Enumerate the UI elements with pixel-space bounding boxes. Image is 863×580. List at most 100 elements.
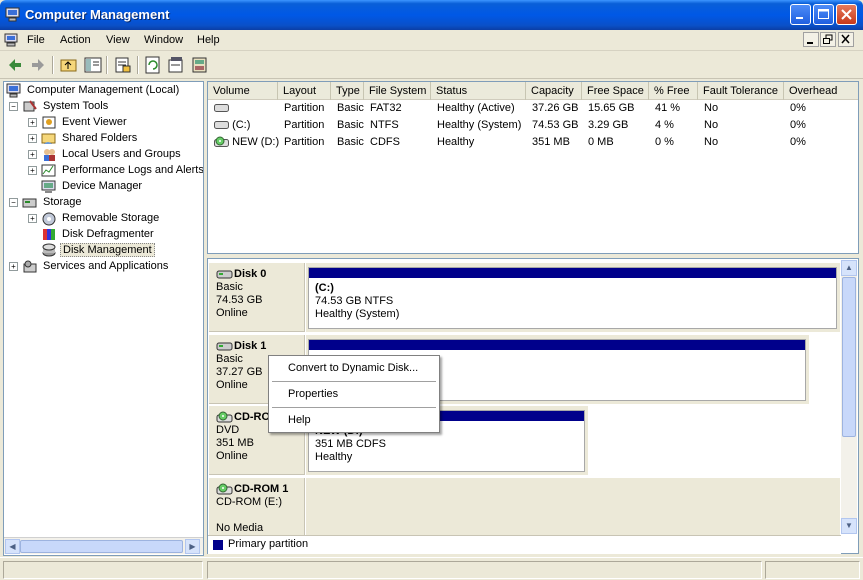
tree-item-services-applications[interactable]: + Services and Applications [9, 258, 170, 274]
tree-item-storage[interactable]: − Storage [9, 194, 84, 210]
file-system-cell: NTFS [370, 119, 399, 131]
refresh-button[interactable] [143, 55, 163, 75]
tree-item-disk-management[interactable]: Disk Management [41, 242, 155, 258]
child-minimize-button[interactable] [803, 32, 819, 47]
free-space-cell: 15.65 GB [588, 102, 635, 114]
type-cell: Basic [337, 102, 364, 114]
show-hide-tree-button[interactable] [83, 55, 103, 75]
volume-cell: NEW (D:) [208, 134, 279, 151]
expand-icon[interactable]: + [28, 117, 37, 127]
column-header-status[interactable]: Status [431, 82, 526, 100]
properties-button[interactable] [113, 55, 133, 75]
column-header-layout[interactable]: Layout [278, 82, 331, 100]
expand-icon[interactable]: + [28, 213, 37, 223]
collapse-icon[interactable]: − [9, 197, 18, 207]
scrollbar-thumb[interactable] [20, 540, 183, 553]
expand-icon[interactable]: + [28, 165, 37, 175]
menu-item-help[interactable]: Help [270, 410, 438, 430]
cdrom-1-info[interactable]: CD-ROM 1 CD-ROM (E:) No Media [209, 478, 305, 536]
disk-name: Disk 1 [216, 340, 304, 353]
system-menu-icon[interactable] [4, 33, 19, 47]
disk-0-info[interactable]: Disk 0 Basic 74.53 GB Online [209, 263, 305, 332]
context-menu: Convert to Dynamic Disk... Properties He… [268, 355, 440, 433]
column-header-capacity[interactable]: Capacity [526, 82, 582, 100]
menu-help[interactable]: Help [197, 34, 220, 46]
event-viewer-icon [42, 116, 56, 129]
disk-map-vertical-scrollbar[interactable]: ▲ ▼ [841, 260, 857, 534]
disk-name: Disk 0 [216, 268, 304, 281]
column-header-free-space[interactable]: Free Space [582, 82, 649, 100]
scroll-right-icon[interactable]: ▶ [185, 539, 200, 554]
maximize-icon [818, 9, 829, 19]
collapse-icon[interactable]: − [9, 101, 18, 111]
back-button[interactable] [5, 55, 25, 75]
menu-action[interactable]: Action [60, 34, 91, 46]
export-list-button[interactable] [166, 55, 186, 75]
tree-item-system-tools[interactable]: − System Tools [9, 98, 110, 114]
menu-file[interactable]: File [27, 34, 45, 46]
scroll-left-icon[interactable]: ◀ [5, 539, 20, 554]
tree-item-computer-management[interactable]: Computer Management (Local) [6, 82, 181, 98]
tree-item-label: Event Viewer [62, 116, 127, 129]
child-restore-button[interactable] [820, 32, 836, 47]
tree-item-device-manager[interactable]: Device Manager [41, 178, 144, 194]
forward-button[interactable] [28, 55, 48, 75]
menu-separator [272, 381, 436, 382]
file-system-cell: FAT32 [370, 102, 402, 114]
partition-bar [309, 268, 836, 278]
disk-name: CD-ROM 1 [216, 483, 304, 496]
console-tree[interactable]: Computer Management (Local) − System Tool… [3, 81, 204, 556]
minimize-button[interactable] [790, 4, 811, 25]
up-one-level-button[interactable] [59, 55, 79, 75]
close-button[interactable] [836, 4, 857, 25]
scrollbar-thumb[interactable] [842, 277, 856, 437]
column-header-file-system[interactable]: File System [364, 82, 431, 100]
menu-item-convert-to-dynamic-disk[interactable]: Convert to Dynamic Disk... [270, 358, 438, 378]
tree-horizontal-scrollbar[interactable]: ◀ ▶ [4, 537, 203, 554]
percent-free-cell: 41 % [655, 102, 681, 114]
column-header-percent-free[interactable]: % Free [649, 82, 698, 100]
menu-bar: File Action View Window Help [0, 30, 863, 51]
tree-item-disk-defragmenter[interactable]: Disk Defragmenter [41, 226, 156, 242]
tree-item-label: Removable Storage [62, 212, 160, 225]
computer-management-icon [5, 7, 20, 22]
column-header-overhead[interactable]: Overhead [784, 82, 858, 100]
column-header-volume[interactable]: Volume [208, 82, 278, 100]
scroll-down-icon[interactable]: ▼ [841, 518, 857, 534]
title-bar[interactable]: Computer Management [0, 0, 863, 30]
table-row[interactable]: Partition Basic FAT32 Healthy (Active) 3… [208, 100, 858, 117]
status-cell: Healthy [437, 136, 475, 148]
capacity-cell: 37.26 GB [532, 102, 579, 114]
shared-folders-icon [41, 133, 56, 144]
cd-drive-icon [216, 483, 233, 495]
tree-item-label: Computer Management (Local) [27, 84, 180, 97]
menu-view[interactable]: View [106, 34, 130, 46]
scroll-up-icon[interactable]: ▲ [841, 260, 857, 276]
table-row[interactable]: (C:) Partition Basic NTFS Healthy (Syste… [208, 117, 858, 134]
tree-item-label: System Tools [43, 100, 109, 113]
volume-list[interactable]: Volume Layout Type File System Status Ca… [207, 81, 859, 254]
disk-0-area: (C:) 74.53 GB NTFS Healthy (System) [306, 263, 840, 332]
expand-icon[interactable]: + [28, 133, 37, 143]
expand-icon[interactable]: + [28, 149, 37, 159]
menu-window[interactable]: Window [144, 34, 183, 46]
partition-c[interactable]: (C:) 74.53 GB NTFS Healthy (System) [308, 267, 837, 329]
column-header-type[interactable]: Type [331, 82, 364, 100]
file-system-cell: CDFS [370, 136, 400, 148]
tree-item-performance-logs[interactable]: + Performance Logs and Alerts [28, 162, 203, 178]
tree-item-event-viewer[interactable]: + Event Viewer [28, 114, 129, 130]
tree-item-local-users[interactable]: + Local Users and Groups [28, 146, 183, 162]
column-header-fault-tolerance[interactable]: Fault Tolerance [698, 82, 784, 100]
maximize-button[interactable] [813, 4, 834, 25]
minimize-icon [807, 42, 813, 44]
expand-icon[interactable]: + [9, 261, 18, 271]
menu-item-properties[interactable]: Properties [270, 384, 438, 404]
tree-item-shared-folders[interactable]: + Shared Folders [28, 130, 139, 146]
child-close-button[interactable] [838, 32, 854, 47]
help-topics-button[interactable] [190, 55, 210, 75]
properties-icon [115, 57, 131, 73]
export-list-icon [168, 57, 183, 73]
computer-icon [6, 83, 21, 98]
tree-item-removable-storage[interactable]: + Removable Storage [28, 210, 161, 226]
table-row[interactable]: NEW (D:) Partition Basic CDFS Healthy 35… [208, 134, 858, 151]
